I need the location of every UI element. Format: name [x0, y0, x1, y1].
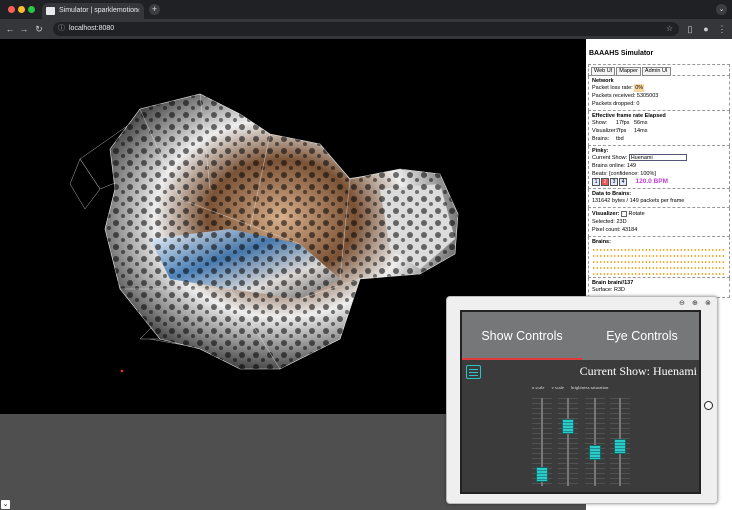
current-show-title: Current Show: Huenami — [579, 364, 697, 378]
brains-grid[interactable] — [592, 247, 726, 275]
pixel-count: Pixel count: 43184 — [592, 227, 638, 233]
framerate-show-fps: 17fps — [616, 120, 630, 126]
close-window-button[interactable] — [8, 6, 15, 13]
tab-show-controls[interactable]: Show Controls — [462, 312, 582, 360]
controls-popup-window: ⊖ ⊕ ⊗ Show Controls Eye Controls Current… — [446, 296, 718, 504]
current-show-select[interactable]: Huenami — [628, 154, 687, 161]
data-section: Data to Brains: 131642 bytes / 149 packe… — [588, 189, 730, 208]
packet-loss-value: 0% — [634, 84, 645, 92]
framerate-brains-fps: tbd — [616, 136, 624, 142]
controls-screen: Show Controls Eye Controls Current Show:… — [460, 310, 701, 494]
address-bar[interactable]: ⓘ localhost:8080 ☆ — [53, 22, 679, 36]
brains-heading: Brains: — [592, 239, 611, 245]
forward-icon[interactable]: → — [18, 22, 30, 36]
tab-admin-ui[interactable]: Admin UI — [641, 67, 671, 76]
pinky-section: Pinky: Current Show: Huenami Brains onli… — [588, 146, 730, 189]
framerate-visualizer-label: Visualizer: — [592, 128, 618, 134]
u-scale-label: u scale — [532, 385, 545, 390]
zoom-out-icon[interactable]: ⊖ — [679, 299, 685, 307]
maximize-window-button[interactable] — [28, 6, 35, 13]
sidebar-icon[interactable]: ▯ — [684, 22, 696, 36]
current-show-value: Huenami — [630, 155, 653, 161]
new-tab-button[interactable]: + — [149, 4, 160, 15]
framerate-section: Effective frame rate Elapsed Show: 17fps 5… — [588, 111, 730, 146]
slider-thumb[interactable] — [536, 467, 548, 482]
bpm-readout: 120.0 BPM — [635, 178, 669, 185]
tab-mapper[interactable]: Mapper — [616, 67, 641, 76]
popup-resize-handle[interactable] — [704, 401, 713, 410]
selected-surface: Selected: 23D — [592, 219, 627, 225]
slider-thumb[interactable] — [589, 444, 601, 460]
browser-toolbar: ← → ↻ ⓘ localhost:8080 ☆ ▯ ● ⋮ — [0, 19, 732, 39]
rotate-label: Rotate — [628, 211, 645, 217]
minimize-window-button[interactable] — [18, 6, 25, 13]
brain-detail-section: Brain brain//137 Surface: R3D — [588, 278, 730, 298]
url-text: localhost:8080 — [69, 25, 115, 32]
u-scale-slider[interactable] — [532, 396, 552, 490]
packets-received: Packets received: 5305003 — [592, 93, 659, 99]
framerate-show-label: Show: — [592, 120, 608, 126]
tab-close-icon[interactable]: × — [135, 3, 140, 19]
back-icon[interactable]: ← — [4, 22, 16, 36]
v-scale-slider[interactable] — [558, 396, 578, 490]
visualizer-label: Visualizer: — [592, 211, 620, 217]
beat-1-button[interactable]: 1 — [592, 178, 600, 186]
fader-labels: u scale v scale brightness saturation — [532, 385, 614, 390]
visualizer-section: Visualizer: Rotate Selected: 23D Pixel c… — [588, 208, 730, 237]
brains-online: Brains online: 149 — [592, 163, 637, 169]
browser-tab-bar: Simulator | sparklemotion × + ⌄ — [0, 0, 732, 19]
framerate-visualizer-ms: 14ms — [634, 128, 648, 134]
v-scale-label: v scale — [551, 385, 564, 390]
slider-thumb[interactable] — [614, 439, 626, 455]
close-icon[interactable]: ⊗ — [705, 299, 711, 307]
current-show-label: Current Show: — [592, 155, 628, 161]
zoom-in-icon[interactable]: ⊕ — [692, 299, 698, 307]
reload-icon[interactable]: ↻ — [33, 22, 45, 36]
beats-label: Beats: [confidence: 100%] — [592, 171, 656, 177]
brain-surface: Surface: R3D — [592, 287, 626, 293]
panel-toggle-button[interactable]: ⌄ — [1, 500, 10, 509]
menu-kebab-icon[interactable]: ⋮ — [716, 22, 728, 36]
tab-web-ui[interactable]: Web UI — [591, 67, 616, 76]
beat-2-button[interactable]: 2 — [601, 178, 609, 186]
tab-eye-controls[interactable]: Eye Controls — [582, 312, 699, 360]
framerate-visualizer-fps: 7fps — [616, 128, 627, 134]
panel-title: BAAAHS Simulator — [589, 50, 654, 57]
framerate-brains-label: Brains: — [592, 136, 610, 142]
brightness-saturation-label: brightness saturation — [571, 385, 609, 390]
network-section: Network Packet loss rate: 0% Packets rec… — [588, 76, 730, 111]
origin-marker — [120, 369, 124, 373]
beat-4-button[interactable]: 4 — [619, 178, 627, 186]
bookmark-star-icon[interactable]: ☆ — [666, 22, 673, 36]
browser-tab[interactable]: Simulator | sparklemotion × — [42, 3, 144, 19]
saturation-slider[interactable] — [610, 396, 630, 490]
brightness-slider[interactable] — [585, 396, 605, 490]
packet-loss-label: Packet loss rate: — [592, 85, 633, 91]
rotate-checkbox[interactable] — [620, 210, 627, 217]
control-tabs: Show Controls Eye Controls — [462, 312, 699, 360]
profile-icon[interactable]: ● — [700, 22, 712, 36]
framerate-show-ms: 56ms — [634, 120, 648, 126]
active-tab-indicator — [462, 358, 582, 360]
show-list-icon[interactable] — [466, 365, 481, 379]
brains-section: Brains: — [588, 237, 730, 278]
data-line: 131642 bytes / 149 packets per frame — [592, 198, 685, 204]
tab-title: Simulator | sparklemotion — [59, 7, 138, 14]
tab-search-icon[interactable]: ⌄ — [716, 4, 727, 15]
site-info-icon[interactable]: ⓘ — [58, 22, 65, 36]
packets-dropped: Packets dropped: 0 — [592, 101, 640, 107]
beat-3-button[interactable]: 3 — [610, 178, 618, 186]
slider-thumb[interactable] — [562, 419, 574, 434]
favicon-icon — [46, 7, 55, 15]
panel-tabs: Web UI Mapper Admin UI — [588, 64, 730, 76]
